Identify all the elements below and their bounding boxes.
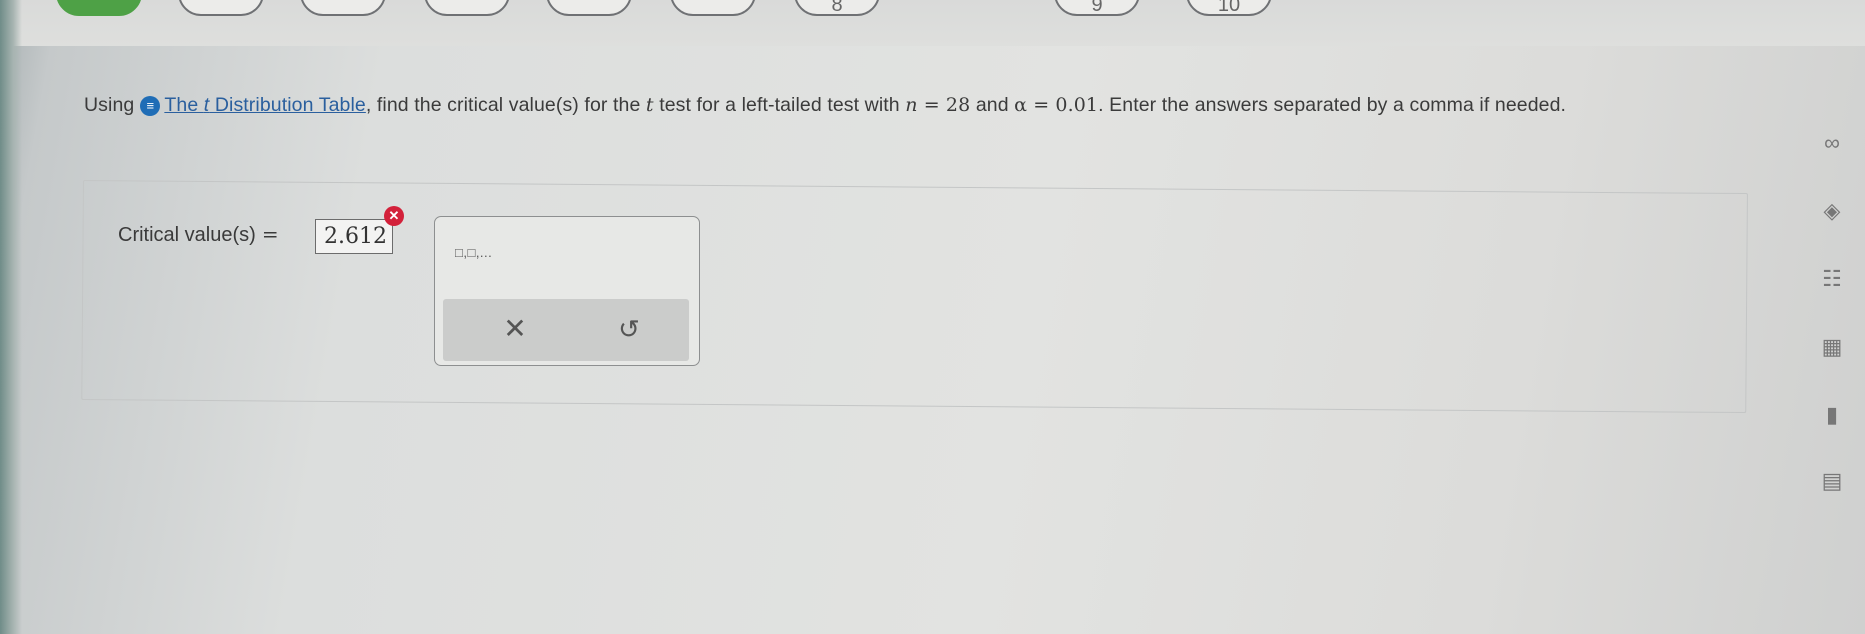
critical-value-label: Critical value(s) = [118, 222, 279, 246]
left-edge [0, 0, 22, 634]
progress-step-9[interactable]: 9 [1054, 0, 1140, 16]
x-icon[interactable]: ✕ [499, 313, 531, 345]
progress-step-8[interactable]: 8 [794, 0, 880, 16]
list-template-button[interactable]: □,□,... [455, 245, 492, 260]
x-circle-icon: ✕ [384, 206, 404, 226]
notes-icon[interactable]: ☷ [1815, 262, 1849, 296]
critical-value-input[interactable]: 2.612 [315, 219, 393, 254]
progress-step-3[interactable] [300, 0, 386, 16]
progress-bar: 8 9 10 [0, 0, 1865, 46]
calculator-icon[interactable]: ▦ [1815, 330, 1849, 364]
t-distribution-table-link[interactable]: The t Distribution Table [164, 94, 366, 116]
formula-sheet-icon[interactable]: ▤ [1815, 464, 1849, 498]
progress-step-5[interactable] [546, 0, 632, 16]
infinity-icon[interactable]: ∞ [1815, 126, 1849, 160]
bar-chart-icon[interactable]: ▮ [1815, 398, 1849, 432]
tag-icon[interactable]: ◈ [1815, 194, 1849, 228]
palette-action-bar: ✕ ↺ [443, 299, 689, 361]
progress-step-4[interactable] [424, 0, 510, 16]
answer-panel [81, 180, 1748, 414]
progress-step-2[interactable] [178, 0, 264, 16]
question-text: Using ≡ The t Distribution Table, find the… [84, 94, 1567, 116]
undo-icon[interactable]: ↺ [613, 313, 645, 345]
info-circle-icon[interactable]: ≡ [140, 96, 161, 116]
progress-step-10[interactable]: 10 [1186, 0, 1272, 16]
progress-step-6[interactable] [670, 0, 756, 16]
progress-step-1[interactable] [56, 0, 142, 16]
math-palette: □,□,... ✕ ↺ [434, 216, 700, 366]
